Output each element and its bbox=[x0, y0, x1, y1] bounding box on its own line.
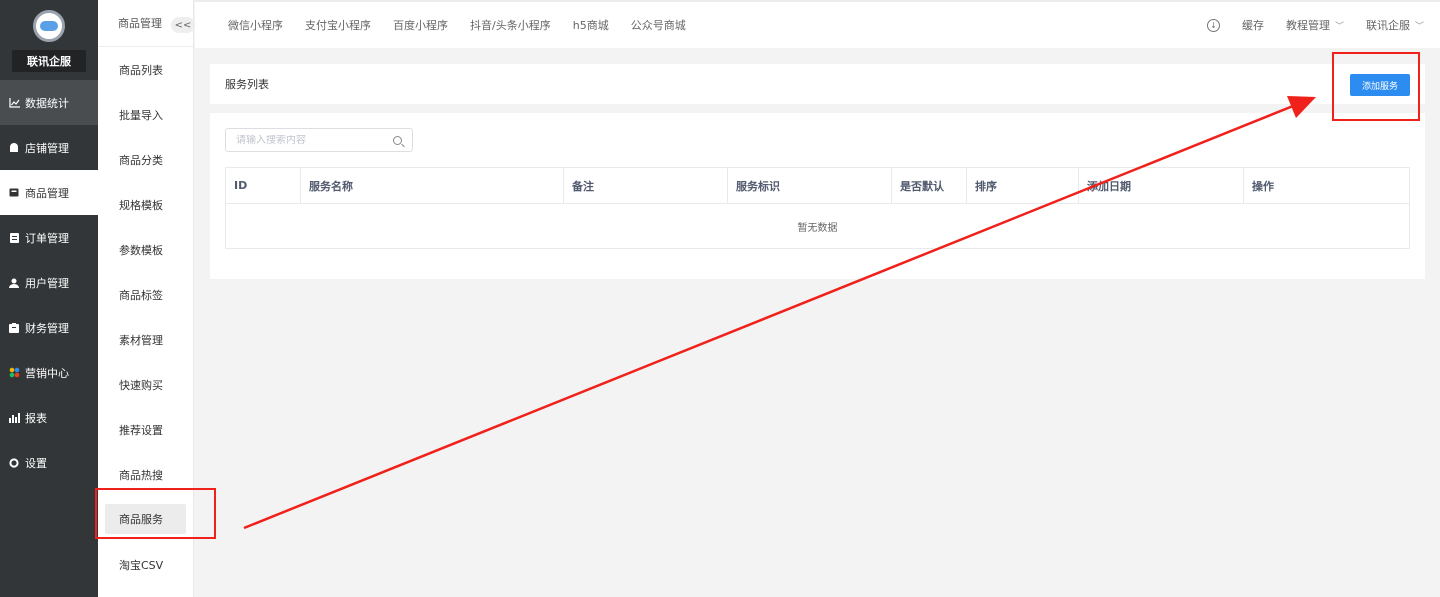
annotation-arrow bbox=[243, 96, 1316, 530]
